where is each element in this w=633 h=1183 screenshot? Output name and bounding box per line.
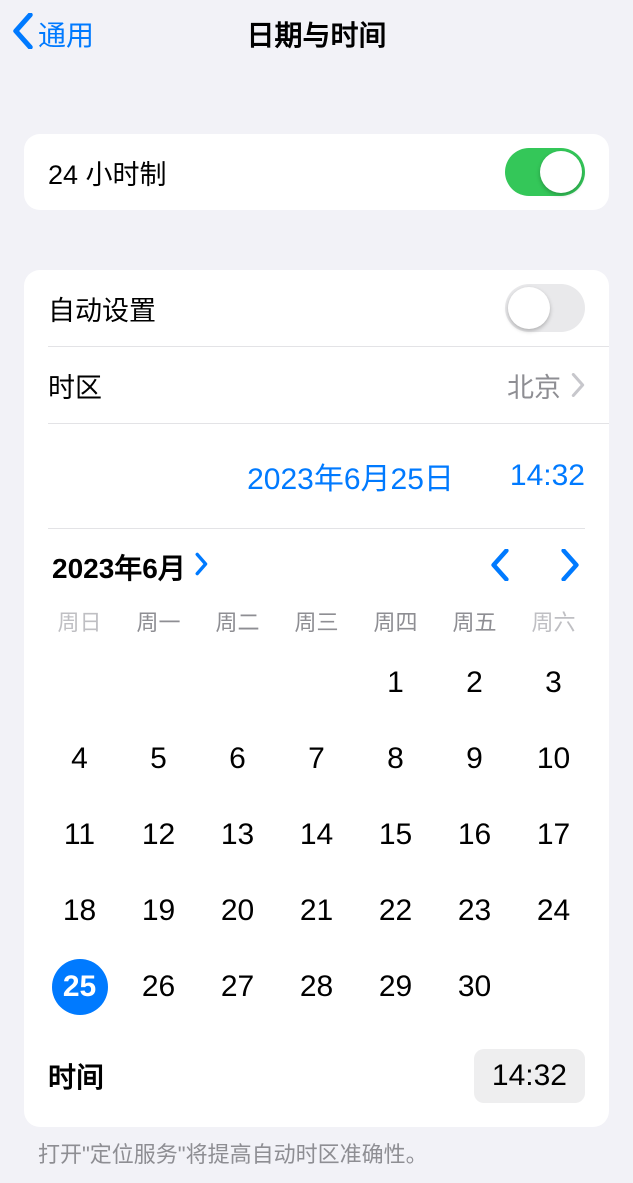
- timezone-value: 北京: [507, 366, 561, 405]
- time-row-label: 时间: [48, 1056, 104, 1096]
- next-month-button[interactable]: [559, 549, 581, 586]
- calendar-day[interactable]: 19: [119, 873, 198, 949]
- calendar-day[interactable]: 10: [514, 721, 593, 797]
- calendar-day[interactable]: 18: [40, 873, 119, 949]
- month-picker-button[interactable]: 2023年6月: [52, 547, 210, 587]
- prev-month-button[interactable]: [489, 549, 511, 586]
- calendar-day[interactable]: 14: [277, 797, 356, 873]
- month-label: 2023年6月: [52, 547, 186, 587]
- calendar-day[interactable]: 8: [356, 721, 435, 797]
- toggle-auto-set[interactable]: [505, 284, 585, 332]
- selected-date-button[interactable]: 2023年6月25日: [247, 454, 454, 498]
- calendar-day[interactable]: 7: [277, 721, 356, 797]
- weekday-label: 周六: [514, 605, 593, 637]
- row-timezone[interactable]: 时区 北京: [24, 347, 609, 423]
- calendar-day[interactable]: 2: [435, 645, 514, 721]
- calendar-day[interactable]: 12: [119, 797, 198, 873]
- row-label-auto-set: 自动设置: [48, 289, 156, 328]
- chevron-right-icon: [571, 373, 585, 397]
- chevron-left-icon: [12, 13, 34, 56]
- calendar-day[interactable]: 28: [277, 949, 356, 1025]
- selected-time-button[interactable]: 14:32: [510, 459, 585, 493]
- calendar-day[interactable]: 9: [435, 721, 514, 797]
- chevron-right-icon: [194, 551, 210, 583]
- weekday-label: 周二: [198, 605, 277, 637]
- page-title: 日期与时间: [0, 14, 633, 54]
- weekday-label: 周三: [277, 605, 356, 637]
- calendar-day[interactable]: 24: [514, 873, 593, 949]
- row-label-timezone: 时区: [48, 366, 102, 405]
- calendar-day[interactable]: 27: [198, 949, 277, 1025]
- calendar-day[interactable]: 17: [514, 797, 593, 873]
- calendar-day[interactable]: 16: [435, 797, 514, 873]
- footnote: 打开"定位服务"将提高自动时区准确性。: [0, 1127, 633, 1179]
- calendar-day[interactable]: 6: [198, 721, 277, 797]
- weekday-label: 周日: [40, 605, 119, 637]
- calendar-day[interactable]: 29: [356, 949, 435, 1025]
- calendar-day[interactable]: 4: [40, 721, 119, 797]
- toggle-24-hour[interactable]: [505, 148, 585, 196]
- calendar-empty-cell: [119, 645, 198, 721]
- weekday-label: 周四: [356, 605, 435, 637]
- calendar-day[interactable]: 11: [40, 797, 119, 873]
- time-picker-button[interactable]: 14:32: [474, 1049, 585, 1103]
- calendar-day[interactable]: 3: [514, 645, 593, 721]
- back-label: 通用: [38, 14, 94, 54]
- weekday-label: 周五: [435, 605, 514, 637]
- calendar-empty-cell: [198, 645, 277, 721]
- calendar-day[interactable]: 25: [40, 949, 119, 1025]
- calendar-day[interactable]: 1: [356, 645, 435, 721]
- calendar-empty-cell: [40, 645, 119, 721]
- calendar-day[interactable]: 5: [119, 721, 198, 797]
- calendar-day[interactable]: 20: [198, 873, 277, 949]
- calendar-day[interactable]: 30: [435, 949, 514, 1025]
- calendar-day[interactable]: 21: [277, 873, 356, 949]
- row-label-24-hour: 24 小时制: [48, 153, 167, 192]
- calendar-day[interactable]: 15: [356, 797, 435, 873]
- weekday-label: 周一: [119, 605, 198, 637]
- calendar-day[interactable]: 22: [356, 873, 435, 949]
- calendar-day[interactable]: 13: [198, 797, 277, 873]
- calendar-day[interactable]: 23: [435, 873, 514, 949]
- calendar-empty-cell: [277, 645, 356, 721]
- back-button[interactable]: 通用: [0, 13, 94, 56]
- row-24-hour: 24 小时制: [24, 134, 609, 210]
- calendar-day[interactable]: 26: [119, 949, 198, 1025]
- row-auto-set: 自动设置: [24, 270, 609, 346]
